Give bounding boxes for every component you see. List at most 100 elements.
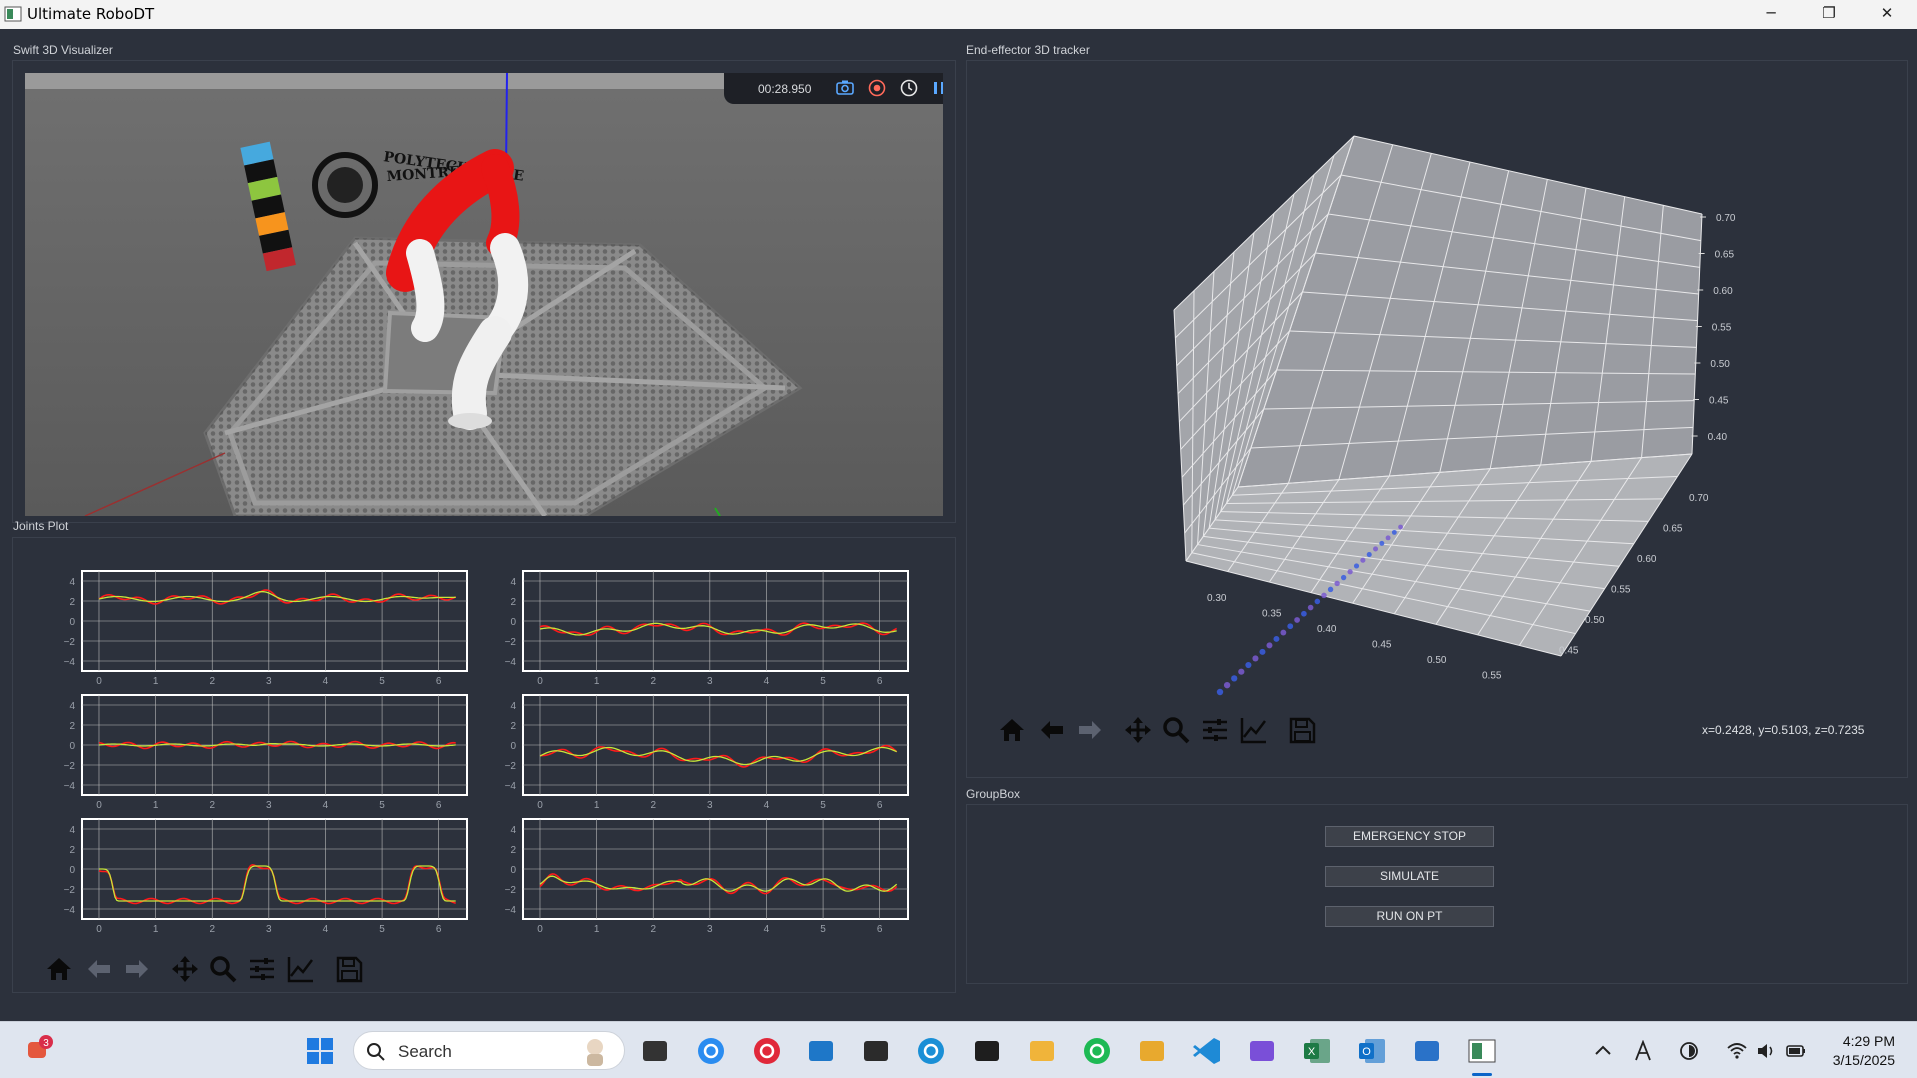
emergency-stop-button[interactable]: EMERGENCY STOP <box>1325 826 1494 847</box>
maximize-button[interactable]: ❐ <box>1800 0 1858 29</box>
folder-icon[interactable] <box>1137 1036 1167 1066</box>
x-tick-label: 2 <box>650 676 656 687</box>
home-icon[interactable] <box>44 954 74 984</box>
y-tick-label: −4 <box>64 657 76 668</box>
close-button[interactable]: ✕ <box>1858 0 1916 29</box>
joint-subplot-4[interactable]: 0 1 2 3 4 5 6 4 2 0 −2 −4 <box>505 694 909 811</box>
groupbox-label: GroupBox <box>966 787 1021 801</box>
minimize-button[interactable]: ─ <box>1742 0 1800 29</box>
active-app-indicator <box>1472 1073 1492 1076</box>
x-tick-label: 3 <box>707 800 713 811</box>
save-icon[interactable] <box>334 954 364 984</box>
y-tick-label: 2 <box>510 597 516 608</box>
z-tick-label: 0.40 <box>1708 432 1728 443</box>
zoom-icon[interactable] <box>208 954 238 984</box>
forward-icon[interactable] <box>1075 715 1105 745</box>
joint-subplot-1[interactable]: 0 1 2 3 4 5 6 4 2 0 −2 −4 <box>64 570 468 687</box>
x-tick-label: 1 <box>594 676 600 687</box>
x-tick-label: 0 <box>96 800 102 811</box>
x-tick-label: 5 <box>820 676 826 687</box>
y-tick-label: −2 <box>505 637 517 648</box>
z-tick-label: 0.65 <box>1715 250 1735 261</box>
joint-subplot-6[interactable]: 0 1 2 3 4 5 6 4 2 0 −2 −4 <box>505 818 909 935</box>
y-tick-label: −4 <box>64 781 76 792</box>
y-tick-label: 0 <box>69 617 75 628</box>
chevron-up-icon[interactable] <box>1592 1040 1614 1062</box>
search-box[interactable]: Search <box>353 1031 625 1070</box>
x-tick-label: 0 <box>537 924 543 935</box>
photos-icon[interactable] <box>806 1036 836 1066</box>
battery-icon[interactable] <box>1785 1040 1807 1062</box>
widgets-icon[interactable]: 3 <box>24 1034 54 1064</box>
y-tick-label: 0 <box>69 741 75 752</box>
spotify-icon[interactable] <box>1082 1036 1112 1066</box>
obsidian-icon[interactable] <box>1247 1036 1277 1066</box>
save-icon[interactable] <box>1287 715 1317 745</box>
tracker-3d-plot[interactable]: 0.70 0.65 0.60 0.55 0.50 0.45 0.40 0.70 0.65 0.60… <box>966 60 1906 760</box>
joint-subplot-2[interactable]: 0 1 2 3 4 5 6 4 2 0 −2 −4 <box>505 570 909 687</box>
joint-subplot-3[interactable]: 0 1 2 3 4 5 6 4 2 0 −2 −4 <box>64 694 468 811</box>
y-tick-label: 2 <box>510 845 516 856</box>
pan-icon[interactable] <box>1123 715 1153 745</box>
outlook-icon[interactable]: O <box>1357 1036 1387 1066</box>
pan-icon[interactable] <box>170 954 200 984</box>
system-clock[interactable]: 4:29 PM 3/15/2025 <box>1833 1032 1895 1070</box>
simulate-button[interactable]: SIMULATE <box>1325 866 1494 887</box>
x-tick-label: 5 <box>379 676 385 687</box>
x-tick-label: 0 <box>537 676 543 687</box>
y-tick-label: 0 <box>510 617 516 628</box>
y-tick-label: −4 <box>505 657 517 668</box>
x-tick-label: 1 <box>594 924 600 935</box>
clock-date: 3/15/2025 <box>1832 1052 1895 1068</box>
focus-icon[interactable] <box>1678 1040 1700 1062</box>
explorer-icon[interactable] <box>1027 1036 1057 1066</box>
excel-icon[interactable]: X <box>1302 1036 1332 1066</box>
volume-icon[interactable] <box>1755 1040 1777 1062</box>
start-icon[interactable] <box>305 1036 335 1066</box>
back-icon[interactable] <box>1037 715 1067 745</box>
terminal-icon[interactable] <box>861 1036 891 1066</box>
robodt-icon[interactable] <box>1467 1036 1497 1066</box>
back-icon[interactable] <box>84 954 114 984</box>
y-tick-label: 4 <box>510 701 516 712</box>
joints-plot-canvas[interactable]: 0 1 2 3 4 5 6 4 2 0 −2 −4 0 1 2 3 4 5 6 4 2 0 −2 −4 0 1 2 3 4 5 6 4 2 0 −2… <box>0 0 960 940</box>
vscode-icon[interactable] <box>1192 1036 1222 1066</box>
edit-axis-icon[interactable] <box>286 954 316 984</box>
x-tick-label: 4 <box>323 676 329 687</box>
forward-icon[interactable] <box>122 954 152 984</box>
font-icon[interactable] <box>1632 1040 1654 1062</box>
y-tick-label: 0.70 <box>1689 493 1709 504</box>
svg-text:X: X <box>1308 1046 1316 1058</box>
wifi-icon[interactable] <box>1726 1040 1748 1062</box>
x-tick-label: 2 <box>209 800 215 811</box>
x-tick-label: 0.55 <box>1482 671 1502 682</box>
trajectory-point <box>1385 535 1391 541</box>
edge-icon[interactable] <box>916 1036 946 1066</box>
cmd-icon[interactable] <box>972 1036 1002 1066</box>
opera-icon[interactable] <box>752 1036 782 1066</box>
x-tick-label: 3 <box>707 924 713 935</box>
trajectory-point <box>1223 682 1231 689</box>
y-tick-label: −2 <box>505 885 517 896</box>
x-tick-label: 6 <box>877 676 883 687</box>
zoom-icon[interactable] <box>1161 715 1191 745</box>
taskview-icon[interactable] <box>640 1036 670 1066</box>
joint-subplot-5[interactable]: 0 1 2 3 4 5 6 4 2 0 −2 −4 <box>64 818 468 935</box>
home-icon[interactable] <box>997 715 1027 745</box>
trajectory-point <box>1353 563 1360 569</box>
copilot-icon[interactable] <box>696 1036 726 1066</box>
x-tick-label: 6 <box>436 924 442 935</box>
x-tick-label: 5 <box>379 924 385 935</box>
run-on-pt-button[interactable]: RUN ON PT <box>1325 906 1494 927</box>
x-tick-label: 6 <box>436 676 442 687</box>
notepad-icon[interactable] <box>1412 1036 1442 1066</box>
taskbar: 3 Search X O 4:29 PM 3/15/2025 <box>0 1021 1917 1078</box>
z-tick-label: 0.50 <box>1710 359 1730 370</box>
configure-subplots-icon[interactable] <box>247 954 277 984</box>
x-tick-label: 0.35 <box>1262 609 1282 620</box>
configure-subplots-icon[interactable] <box>1200 715 1230 745</box>
edit-axis-icon[interactable] <box>1239 715 1269 745</box>
trajectory-point <box>1287 623 1294 630</box>
x-tick-label: 0.30 <box>1207 593 1227 604</box>
trajectory-point <box>1379 540 1385 546</box>
